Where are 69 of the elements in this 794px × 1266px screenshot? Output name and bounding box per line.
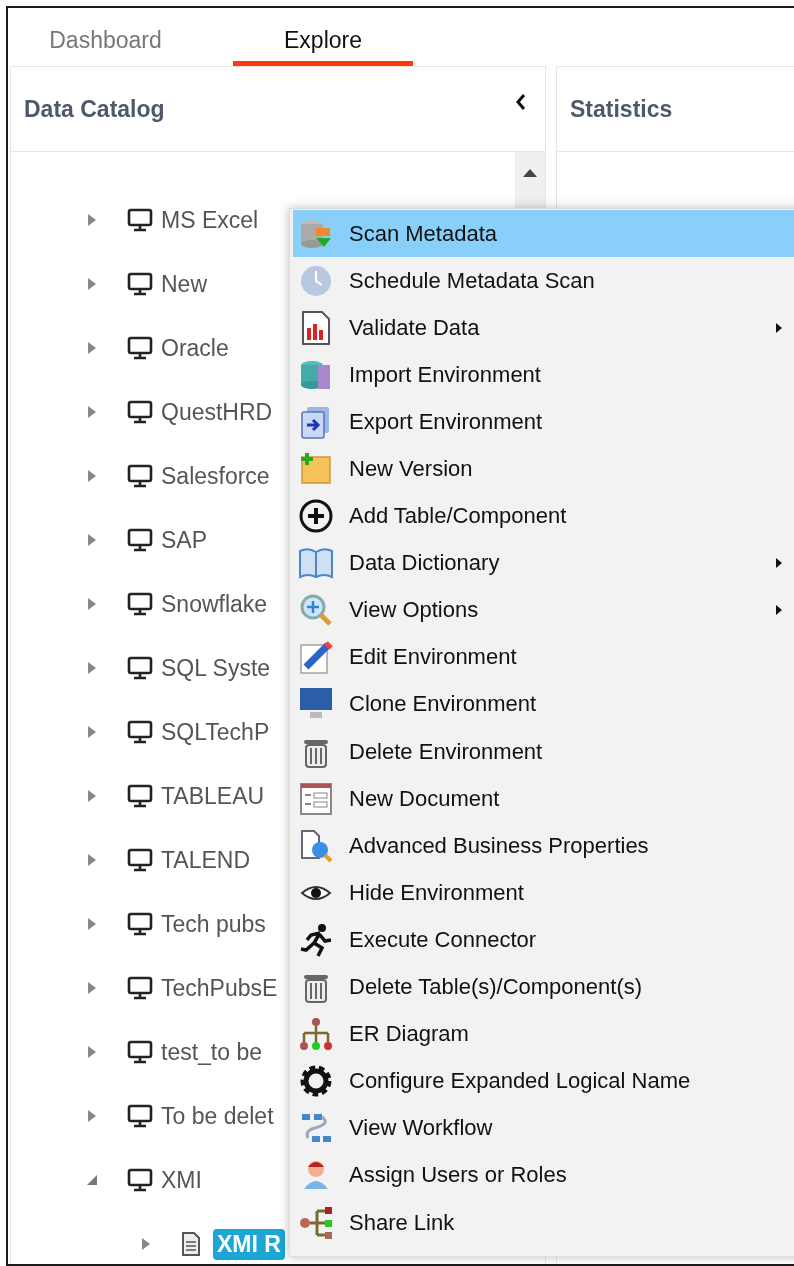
monitor-icon: [127, 1104, 153, 1128]
scroll-up-icon[interactable]: [522, 168, 538, 178]
menu-item[interactable]: Import Environment: [293, 351, 794, 399]
hierarchy-icon: [298, 1016, 334, 1053]
tree-item-label[interactable]: QuestHRD: [161, 398, 273, 426]
monitor-icon: [127, 336, 153, 360]
panel-title: Data Catalog: [24, 95, 165, 123]
tree-item-label[interactable]: XMI: [161, 1166, 202, 1194]
tree-item-label[interactable]: Snowflake: [161, 590, 268, 618]
menu-item[interactable]: View Options: [293, 586, 794, 634]
monitor-icon: [127, 464, 153, 488]
menu-item[interactable]: Hide Environment: [293, 869, 794, 917]
menu-item[interactable]: Delete Table(s)/Component(s): [293, 963, 794, 1011]
tree-item-label[interactable]: Oracle: [161, 334, 229, 362]
menu-item[interactable]: ER Diagram: [293, 1010, 794, 1058]
tree-item-label[interactable]: TALEND: [161, 846, 251, 874]
tab[interactable]: Explore: [233, 8, 413, 66]
monitor-icon: [127, 1040, 153, 1064]
menu-item[interactable]: Execute Connector: [293, 916, 794, 964]
menu-item[interactable]: Delete Environment: [293, 728, 794, 776]
monitor-icon: [127, 656, 153, 680]
tab[interactable]: Dashboard: [18, 8, 193, 66]
tree-item-label[interactable]: TechPubsE: [161, 974, 278, 1002]
menu-item[interactable]: Export Environment: [293, 398, 794, 446]
tree-item-label[interactable]: test_to be: [161, 1038, 263, 1066]
monitor-icon: [127, 592, 153, 616]
plus-circle-icon: [298, 498, 334, 535]
form-icon: [298, 780, 334, 817]
tree-item-label[interactable]: New: [161, 270, 207, 298]
tree-item-label[interactable]: TABLEAU: [161, 782, 265, 810]
menu-item[interactable]: Edit Environment: [293, 633, 794, 681]
menu-item[interactable]: Clone Environment: [293, 680, 794, 729]
monitor-icon: [127, 720, 153, 744]
monitor-icon: [127, 1168, 153, 1192]
monitor-icon: [127, 208, 153, 232]
document-search-icon: [298, 827, 334, 864]
tree-item-label[interactable]: To be delet: [161, 1102, 274, 1130]
share-tree-icon: [298, 1204, 334, 1241]
menu-item[interactable]: Configure Expanded Logical Name: [293, 1057, 794, 1105]
tree-item-label[interactable]: SQLTechP: [161, 718, 270, 746]
monitor-icon: [127, 400, 153, 424]
monitor-icon: [127, 784, 153, 808]
menu-item[interactable]: Validate Data: [293, 304, 794, 352]
running-man-icon: [298, 921, 334, 958]
menu-item[interactable]: Data Dictionary: [293, 539, 794, 587]
chevron-left-icon[interactable]: [515, 93, 527, 111]
monitor-icon: [127, 528, 153, 552]
menu-item[interactable]: View Workflow: [293, 1104, 794, 1152]
panel-title: Statistics: [570, 95, 673, 123]
monitor-icon: [127, 912, 153, 936]
new-folder-icon: [298, 451, 334, 487]
menu-item[interactable]: New Version: [293, 445, 794, 493]
tree-item-label[interactable]: SQL Syste: [161, 654, 271, 682]
monitor-icon: [127, 848, 153, 872]
tree-item-label[interactable]: SAP: [161, 526, 208, 554]
menu-item[interactable]: Add Table/Component: [293, 492, 794, 540]
monitor-icon: [127, 272, 153, 296]
menu-item[interactable]: Scan Metadata: [293, 210, 794, 258]
menu-item[interactable]: Share Link: [293, 1198, 794, 1247]
tree-item-label[interactable]: Salesforce: [161, 462, 270, 490]
monitor-icon: [127, 976, 153, 1000]
menu-item[interactable]: Assign Users or Roles: [293, 1151, 794, 1199]
menu-item[interactable]: Advanced Business Properties: [293, 822, 794, 870]
tree-item-label[interactable]: Tech pubs: [161, 910, 266, 938]
tree-item-label[interactable]: MS Excel: [161, 206, 259, 234]
document-icon: [181, 1231, 201, 1257]
menu-item[interactable]: New Document: [293, 775, 794, 823]
pencil-icon: [298, 639, 334, 676]
menu-item[interactable]: Schedule Metadata Scan: [293, 257, 794, 305]
